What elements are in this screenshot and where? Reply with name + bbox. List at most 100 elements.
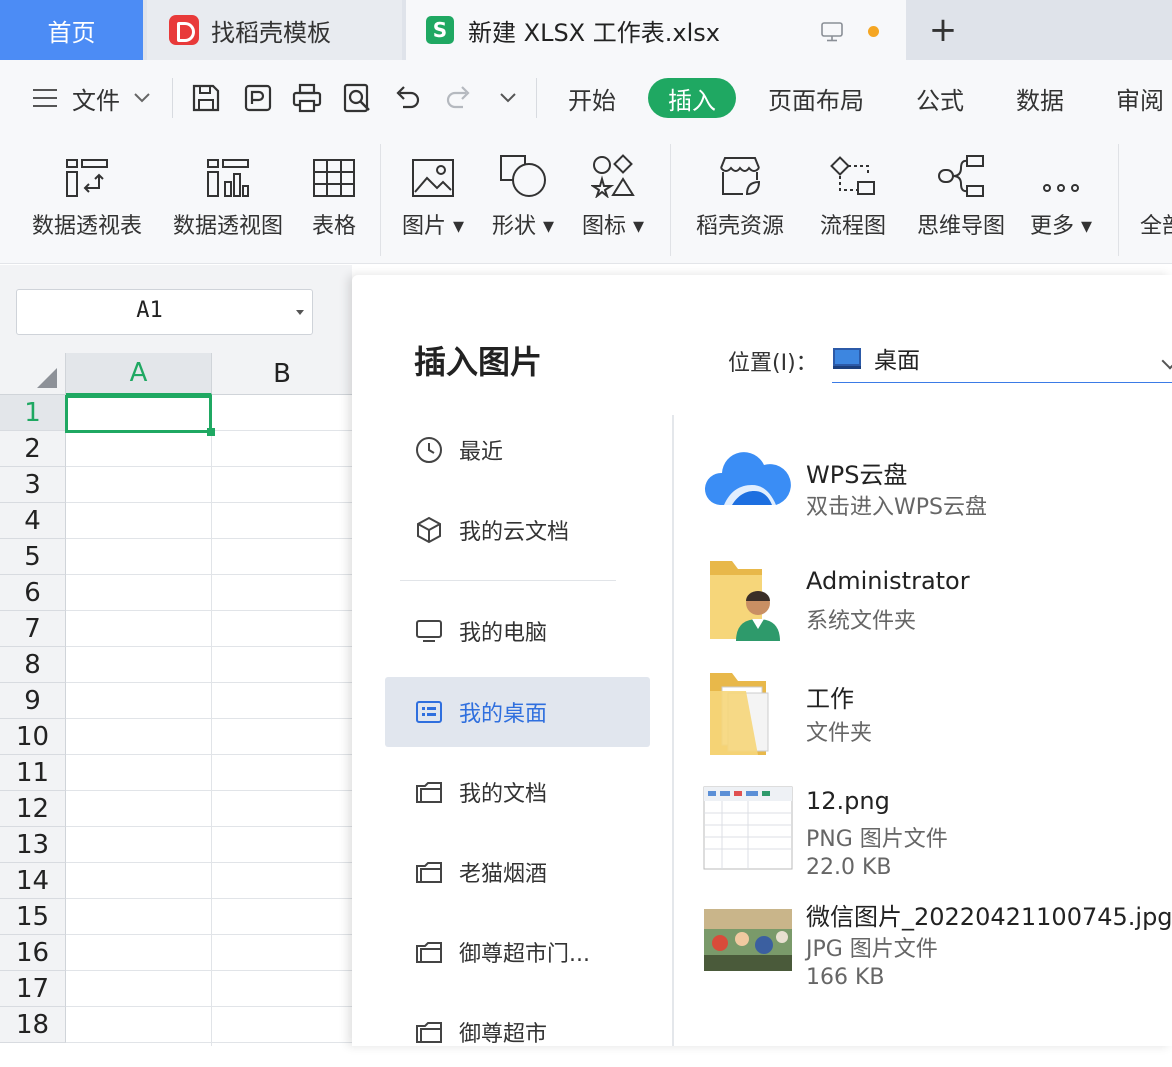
table-row[interactable] xyxy=(66,935,352,971)
cell-grid[interactable]: A B 1 2 3 4 5 6 7 8 9 10 11 12 13 14 15 16 17 18 xyxy=(0,353,352,1046)
undo-button[interactable] xyxy=(392,60,422,136)
print-button[interactable] xyxy=(291,60,323,136)
nav-my-computer[interactable]: 我的电脑 xyxy=(385,596,650,666)
nav-folder-yuzun-store[interactable]: 御尊超市门... xyxy=(385,917,650,987)
file-menu-label: 文件 xyxy=(72,86,120,115)
shape-label: 形状 ▾ xyxy=(491,214,555,239)
chevron-down-icon[interactable] xyxy=(296,310,304,315)
icon-button[interactable]: 图标 ▾ xyxy=(578,136,648,264)
docer-resources-button[interactable]: 稻壳资源 xyxy=(690,136,790,264)
print-preview-button[interactable] xyxy=(341,60,373,136)
tab-insert[interactable]: 插入 xyxy=(648,78,736,118)
folder-icon xyxy=(416,1022,442,1043)
nav-my-desktop[interactable]: 我的桌面 xyxy=(385,677,650,747)
file-type: 双击进入WPS云盘 xyxy=(806,495,987,520)
table-row[interactable] xyxy=(66,503,352,539)
row-header[interactable]: 15 xyxy=(0,899,66,935)
table-row[interactable] xyxy=(66,863,352,899)
row-header[interactable]: 16 xyxy=(0,935,66,971)
row-header[interactable]: 17 xyxy=(0,971,66,1007)
table-row[interactable] xyxy=(66,719,352,755)
all-button[interactable]: 全部 xyxy=(1140,136,1172,264)
file-item-work-folder[interactable]: 工作 文件夹 xyxy=(702,667,1172,767)
unsaved-dot-icon xyxy=(868,26,879,37)
table-row[interactable] xyxy=(66,647,352,683)
row-header[interactable]: 4 xyxy=(0,503,66,539)
tab-page-layout[interactable]: 页面布局 xyxy=(768,60,864,136)
location-select[interactable]: 桌面 xyxy=(832,333,1172,383)
table-row[interactable] xyxy=(66,539,352,575)
table-row[interactable] xyxy=(66,827,352,863)
table-row[interactable] xyxy=(66,431,352,467)
row-header[interactable]: 18 xyxy=(0,1007,66,1043)
quick-access-more-button[interactable] xyxy=(500,60,516,136)
shape-button[interactable]: 形状 ▾ xyxy=(488,136,558,264)
row-header[interactable]: 13 xyxy=(0,827,66,863)
divider xyxy=(380,144,381,256)
file-menu[interactable]: 文件 xyxy=(32,60,150,136)
chevron-down-icon xyxy=(500,93,516,103)
row-header[interactable]: 14 xyxy=(0,863,66,899)
table-button[interactable]: 表格 xyxy=(306,136,362,264)
tab-formulas[interactable]: 公式 xyxy=(916,60,964,136)
tab-home[interactable]: 首页 xyxy=(0,0,143,60)
row-header[interactable]: 12 xyxy=(0,791,66,827)
table-row[interactable] xyxy=(66,755,352,791)
table-row[interactable] xyxy=(66,791,352,827)
column-header-a[interactable]: A xyxy=(66,353,212,395)
more-button[interactable]: 更多 ▾ xyxy=(1028,136,1094,264)
row-header[interactable]: 9 xyxy=(0,683,66,719)
picture-button[interactable]: 图片 ▾ xyxy=(398,136,468,264)
row-header[interactable]: 7 xyxy=(0,611,66,647)
nav-cloud-docs-label: 我的云文档 xyxy=(459,520,570,545)
file-type: 文件夹 xyxy=(806,721,873,746)
column-header-b[interactable]: B xyxy=(212,353,352,395)
row-header[interactable]: 6 xyxy=(0,575,66,611)
row-header[interactable]: 3 xyxy=(0,467,66,503)
file-item-wechat-jpg[interactable]: 微信图片_20220421100745.jpg JPG 图片文件 166 KB xyxy=(702,895,1172,1005)
export-pdf-button[interactable] xyxy=(242,60,274,136)
nav-cloud-docs[interactable]: 我的云文档 xyxy=(385,495,650,565)
table-row[interactable] xyxy=(66,683,352,719)
selected-cell[interactable] xyxy=(65,395,215,436)
tab-review[interactable]: 审阅 xyxy=(1116,60,1164,136)
row-header[interactable]: 2 xyxy=(0,431,66,467)
file-item-12-png[interactable]: 12.png PNG 图片文件 22.0 KB xyxy=(702,781,1172,891)
cloud-icon xyxy=(704,452,791,505)
save-button[interactable] xyxy=(190,60,222,136)
pivot-chart-button[interactable]: 数据透视图 xyxy=(166,136,290,264)
pivot-table-button[interactable]: 数据透视表 xyxy=(26,136,148,264)
mind-map-button[interactable]: 思维导图 xyxy=(910,136,1012,264)
file-item-wps-cloud[interactable]: WPS云盘 双击进入WPS云盘 xyxy=(702,443,1172,533)
row-header[interactable]: 1 xyxy=(0,395,66,431)
row-header[interactable]: 8 xyxy=(0,647,66,683)
table-row[interactable] xyxy=(66,467,352,503)
nav-folder-laomao[interactable]: 老猫烟酒 xyxy=(385,837,650,907)
file-name: 工作 xyxy=(806,685,854,713)
flowchart-button[interactable]: 流程图 xyxy=(812,136,894,264)
table-row[interactable] xyxy=(66,899,352,935)
tab-data[interactable]: 数据 xyxy=(1016,60,1064,136)
nav-recent[interactable]: 最近 xyxy=(385,415,650,485)
table-row[interactable] xyxy=(66,971,352,1007)
table-row[interactable] xyxy=(66,575,352,611)
tab-start[interactable]: 开始 xyxy=(568,60,616,136)
tab-template[interactable]: 找稻壳模板 xyxy=(147,0,402,60)
icon-label: 图标 ▾ xyxy=(581,214,645,239)
table-row[interactable] xyxy=(66,1007,352,1043)
spreadsheet-logo-icon: S xyxy=(426,16,454,44)
new-tab-button[interactable]: + xyxy=(918,0,968,60)
nav-my-computer-label: 我的电脑 xyxy=(459,621,548,646)
nav-folder-yuzun[interactable]: 御尊超市 xyxy=(385,997,650,1067)
monitor-icon[interactable] xyxy=(821,20,843,48)
file-item-administrator[interactable]: Administrator 系统文件夹 xyxy=(702,555,1172,655)
row-header[interactable]: 11 xyxy=(0,755,66,791)
select-all-corner[interactable] xyxy=(0,353,66,395)
tab-document[interactable]: S 新建 XLSX 工作表.xlsx xyxy=(406,0,906,60)
nav-my-documents[interactable]: 我的文档 xyxy=(385,757,650,827)
table-row[interactable] xyxy=(66,611,352,647)
redo-button[interactable] xyxy=(444,60,474,136)
name-box[interactable]: A1 xyxy=(16,289,313,335)
row-header[interactable]: 5 xyxy=(0,539,66,575)
row-header[interactable]: 10 xyxy=(0,719,66,755)
